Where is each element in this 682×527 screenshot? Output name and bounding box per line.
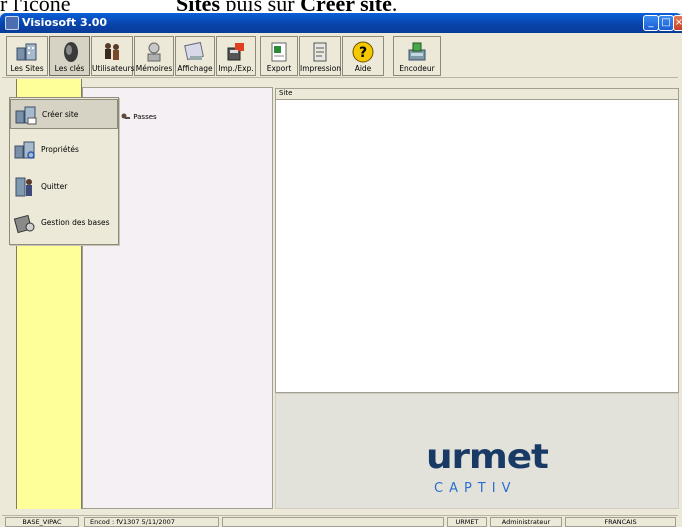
toolbar-label-export: Export (266, 64, 292, 73)
create-site-icon (15, 106, 37, 125)
menu-item-properties[interactable]: Propriétés (10, 135, 118, 165)
keys-icon (63, 42, 78, 62)
key-icon (121, 113, 130, 119)
toolbar-button-print[interactable]: Impression (299, 36, 341, 76)
toolbar-label-import-export: Imp./Exp. (218, 64, 254, 73)
toolbar-label-print: Impression (300, 64, 342, 73)
print-icon (313, 42, 327, 62)
document-text: r l'icône Sites puis sur Créer site. (0, 0, 682, 11)
status-encoder: Encod : fV1307 5/11/2007 (84, 517, 219, 527)
users-icon (105, 43, 119, 60)
urmet-logo: urmet (426, 437, 549, 477)
toolbar-button-memories[interactable]: Mémoires (134, 36, 174, 76)
toolbar-label-display: Affichage (177, 64, 213, 73)
status-company: URMET (447, 517, 487, 527)
site-column-header[interactable]: Site (276, 89, 678, 100)
title-bar[interactable]: Visiosoft 3.00 _ □ × (0, 13, 682, 33)
doc-mid: puis sur (220, 0, 300, 11)
menu-label-database-management: Gestion des bases (41, 218, 110, 227)
status-user-role: Administrateur (490, 517, 562, 527)
tree-item-passes[interactable]: Passes (121, 112, 157, 126)
svg-text:?: ? (359, 45, 367, 61)
maximize-icon[interactable]: □ (658, 15, 674, 31)
toolbar-button-import-export[interactable]: Imp./Exp. (216, 36, 256, 76)
menu-label-create-site: Créer site (42, 110, 79, 119)
toolbar-label-users: Utilisateurs (92, 64, 135, 73)
captiv-logo: CAPTIV (434, 481, 517, 496)
menu-item-quit[interactable]: Quitter (10, 172, 118, 202)
sites-dropdown-menu: Créer site Propriétés Quitter Gestion de… (9, 97, 119, 245)
toolbar-button-keys[interactable]: Les clés (49, 36, 90, 76)
encoder-icon (408, 42, 426, 61)
menu-label-quit: Quitter (41, 182, 68, 191)
menu-item-database-management[interactable]: Gestion des bases (10, 208, 118, 238)
site-panel: Site (275, 88, 679, 393)
toolbar-button-encoder[interactable]: Encodeur (393, 36, 441, 76)
status-empty (222, 517, 444, 527)
status-language: FRANCAIS (565, 517, 676, 527)
properties-icon (14, 141, 35, 159)
window-title: Visiosoft 3.00 (22, 16, 108, 29)
toolbar-label-encoder: Encodeur (399, 64, 435, 73)
menu-item-create-site[interactable]: Créer site (10, 99, 118, 129)
toolbar-label-keys: Les clés (54, 64, 85, 73)
quit-icon (15, 177, 32, 197)
import-export-icon (227, 43, 244, 61)
logo-panel: urmet CAPTIV (275, 393, 679, 509)
toolbar-label-sites: Les Sites (10, 64, 44, 73)
doc-bold-create-site: Créer site (300, 0, 392, 11)
status-bar: BASE_VIPAC Encod : fV1307 5/11/2007 URME… (2, 515, 678, 527)
doc-end: . (392, 0, 398, 11)
toolbar-button-display[interactable]: Affichage (175, 36, 215, 76)
app-icon (5, 16, 19, 30)
menu-label-properties: Propriétés (41, 145, 79, 154)
minimize-icon[interactable]: _ (643, 15, 659, 31)
doc-text-right: Sites puis sur Créer site. (176, 0, 397, 11)
toolbar-label-help: Aide (354, 64, 372, 73)
database-management-icon (13, 214, 35, 234)
help-icon: ? (352, 41, 374, 63)
toolbar-button-help[interactable]: ? Aide (342, 36, 384, 76)
app-window: Visiosoft 3.00 _ □ × Les Sites Les clés … (0, 13, 682, 527)
doc-bold-sites: Sites (176, 0, 220, 11)
close-icon[interactable]: × (673, 15, 682, 31)
toolbar-button-sites[interactable]: Les Sites (6, 36, 48, 76)
main-toolbar: Les Sites Les clés Utilisateurs Mémoires… (2, 34, 678, 78)
toolbar-button-export[interactable]: Export (260, 36, 298, 76)
export-icon (271, 42, 287, 62)
tree-item-label: Passes (133, 113, 157, 121)
sites-icon (16, 43, 37, 61)
display-icon (184, 41, 204, 61)
toolbar-label-memories: Mémoires (135, 64, 173, 73)
doc-text-left: r l'icône (0, 0, 71, 11)
toolbar-button-users[interactable]: Utilisateurs (91, 36, 135, 76)
status-database: BASE_VIPAC (5, 517, 79, 527)
memories-icon (147, 42, 161, 62)
